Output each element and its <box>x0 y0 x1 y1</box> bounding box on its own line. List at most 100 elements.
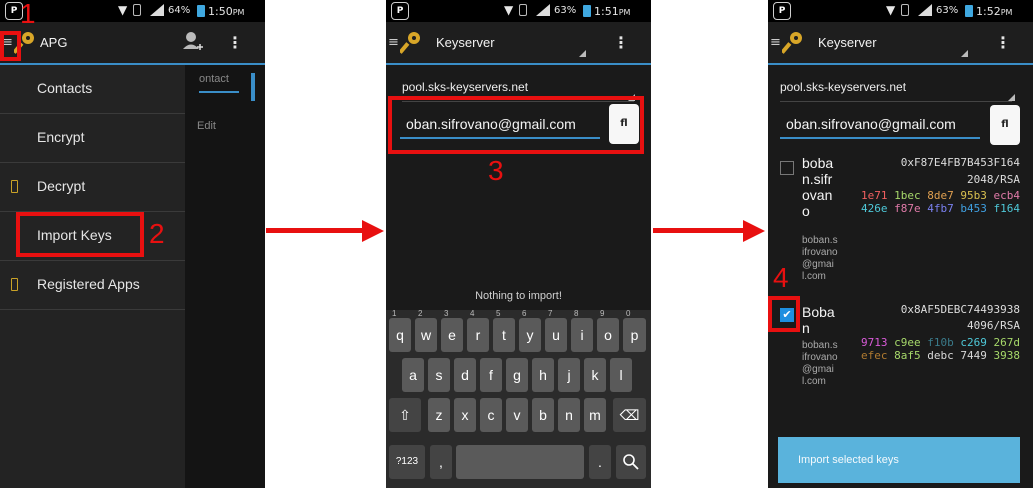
action-bar: ≡ APG ⋮ <box>0 22 265 65</box>
action-bar: ≡ Keyserver ⋮ <box>768 22 1033 65</box>
key-result-row[interactable]: boban.sifrovano boban.sifrovano@gmail.co… <box>768 155 1033 298</box>
key-d[interactable]: d <box>454 358 476 392</box>
fingerprint-group: 1bec <box>887 189 921 202</box>
arrow-right-icon <box>266 220 384 242</box>
overflow-menu-icon[interactable]: ⋮ <box>613 33 629 52</box>
period-key[interactable]: . <box>589 445 611 479</box>
result-algorithm: 2048/RSA <box>967 173 1020 186</box>
signal-icon <box>536 4 550 16</box>
key-s[interactable]: s <box>428 358 450 392</box>
key-c[interactable]: c <box>480 398 502 432</box>
key-z[interactable]: z <box>428 398 450 432</box>
battery-icon <box>583 5 591 17</box>
drawer-item-label: Decrypt <box>37 178 86 194</box>
battery-percent: 64% <box>168 5 191 16</box>
spinner-indicator-icon <box>961 50 968 57</box>
sim-icon <box>901 4 909 16</box>
signal-icon <box>918 4 932 16</box>
wifi-icon: ▼ <box>886 3 896 17</box>
key-m[interactable]: m <box>584 398 606 432</box>
fingerprint-group: 1e71 <box>861 189 888 202</box>
fingerprint-group: ecb4 <box>986 189 1020 202</box>
key-l[interactable]: l <box>610 358 632 392</box>
fingerprint-group: b453 <box>953 202 987 215</box>
key-q[interactable]: 1q <box>389 309 411 352</box>
drawer-item-label: Contacts <box>37 80 93 96</box>
key-v[interactable]: v <box>506 398 528 432</box>
search-key[interactable] <box>616 445 646 479</box>
key-u[interactable]: 7u <box>545 309 567 352</box>
comma-key[interactable]: , <box>430 445 452 479</box>
step-number-3: 3 <box>488 155 504 186</box>
shift-key[interactable]: ⇧ <box>389 398 421 432</box>
import-selected-keys-button[interactable]: Import selected keys <box>778 437 1020 483</box>
key-x[interactable]: x <box>454 398 476 432</box>
key-a[interactable]: a <box>402 358 424 392</box>
space-key[interactable] <box>456 445 584 479</box>
step-highlight-checkbox <box>768 296 800 332</box>
result-algorithm: 4096/RSA <box>967 319 1020 332</box>
keyserver-dropdown-icon[interactable] <box>1008 94 1015 101</box>
app-notification-icon: P <box>773 2 791 20</box>
wifi-icon: ▼ <box>118 3 128 17</box>
keyserver-select[interactable]: pool.sks-keyservers.net <box>780 80 1012 102</box>
sim-icon <box>519 4 527 16</box>
battery-icon <box>197 5 205 17</box>
key-result-row[interactable]: ✔ Boban boban.sifrovano@gmail.com 0x8AF5… <box>768 300 1033 420</box>
result-fingerprint: 9713 c9ee f10b c269 267d efec 8af5 debc 7… <box>861 336 1020 362</box>
fingerprint-group: efec <box>861 349 888 362</box>
clock: 1:51PM <box>594 5 631 18</box>
overflow-menu-icon[interactable]: ⋮ <box>995 33 1011 52</box>
key-b[interactable]: b <box>532 398 554 432</box>
key-p[interactable]: 0p <box>623 309 646 352</box>
key-y[interactable]: 6y <box>519 309 541 352</box>
screen-title[interactable]: Keyserver <box>436 35 495 50</box>
result-checkbox[interactable] <box>780 161 794 175</box>
background-tab: ontact <box>199 73 239 93</box>
keyserver-value: pool.sks-keyservers.net <box>780 80 907 94</box>
key-k[interactable]: k <box>584 358 606 392</box>
fingerprint-group: 3938 <box>986 349 1020 362</box>
key-f[interactable]: f <box>480 358 502 392</box>
drawer-item-registered-apps[interactable]: Registered Apps <box>0 261 185 310</box>
key-j[interactable]: j <box>558 358 580 392</box>
key-h[interactable]: h <box>532 358 554 392</box>
apg-key-logo-icon[interactable] <box>782 31 804 55</box>
keyserver-value: pool.sks-keyservers.net <box>402 80 529 94</box>
backspace-key[interactable]: ⌫ <box>613 398 646 432</box>
soft-keyboard: 1q 2w 3e 4r 5t 6y 7u 8i 9o 0p a s d f g … <box>386 309 651 488</box>
phone-screen-keyserver-results: P ▼ 63% 1:52PM ≡ Keyserver ⋮ pool.sks-ke… <box>768 0 1033 488</box>
key-i[interactable]: 8i <box>571 309 593 352</box>
drawer-item-encrypt[interactable]: Encrypt <box>0 114 185 163</box>
numbers-key[interactable]: ?123 <box>389 445 425 479</box>
fingerprint-group: 8af5 <box>887 349 921 362</box>
overflow-menu-icon[interactable]: ⋮ <box>227 33 243 52</box>
fingerprint-group: c9ee <box>887 336 921 349</box>
result-email: boban.sifrovano@gmail.com <box>802 340 838 387</box>
search-button[interactable]: fl <box>990 105 1020 145</box>
key-r[interactable]: 4r <box>467 309 489 352</box>
result-key-id: 0xF87E4FB7B453F164 <box>900 156 1020 169</box>
step-highlight-import-keys <box>16 212 144 257</box>
step-number-1: 1 <box>20 0 36 29</box>
drawer-toggle-icon[interactable]: ≡ <box>770 35 781 50</box>
step-highlight-drawer-toggle <box>0 31 21 61</box>
drawer-item-contacts[interactable]: Contacts <box>0 65 185 114</box>
app-title: APG <box>40 35 68 50</box>
key-n[interactable]: n <box>558 398 580 432</box>
key-e[interactable]: 3e <box>441 309 463 352</box>
key-o[interactable]: 9o <box>597 309 619 352</box>
screen-title[interactable]: Keyserver <box>818 35 877 50</box>
drawer-item-label: Registered Apps <box>37 276 140 292</box>
drawer-toggle-icon[interactable]: ≡ <box>388 35 399 50</box>
search-query-input[interactable]: oban.sifrovano@gmail.com <box>780 111 980 139</box>
fingerprint-group: 4fb7 <box>920 202 954 215</box>
add-contact-icon[interactable] <box>183 31 203 53</box>
key-g[interactable]: g <box>506 358 528 392</box>
drawer-item-decrypt[interactable]: Decrypt <box>0 163 185 212</box>
spinner-indicator-icon <box>579 50 586 57</box>
result-name: boban.sifrovano <box>802 155 834 219</box>
key-t[interactable]: 5t <box>493 309 515 352</box>
apg-key-logo-icon[interactable] <box>400 31 422 55</box>
key-w[interactable]: 2w <box>415 309 437 352</box>
